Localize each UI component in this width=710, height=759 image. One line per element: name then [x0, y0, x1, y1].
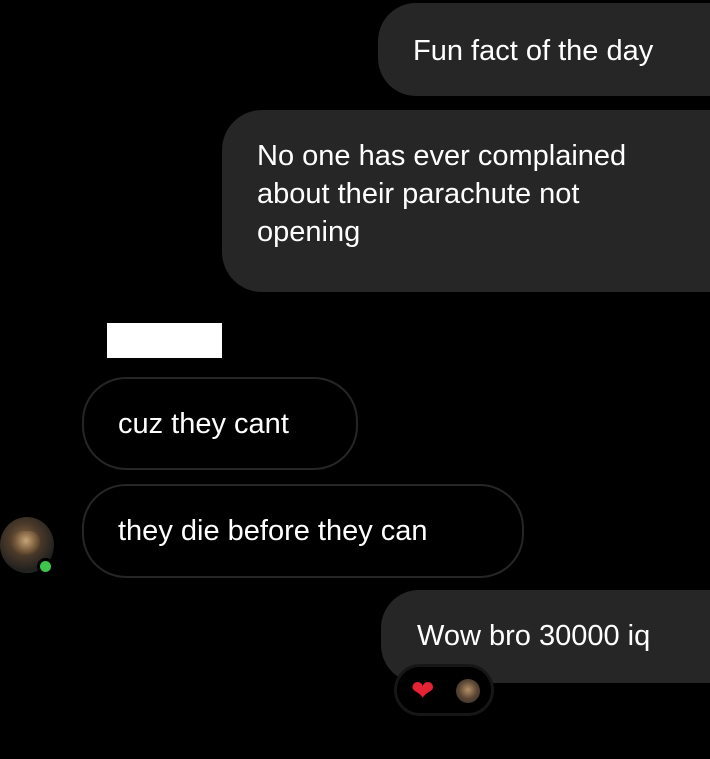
heart-icon: ❤	[411, 675, 435, 706]
message-text-line: about their parachute not	[257, 178, 580, 210]
sent-message-bubble[interactable]: No one has ever complained about their p…	[222, 110, 710, 292]
reactor-avatar	[456, 679, 480, 703]
message-text: they die before they can	[118, 515, 428, 547]
redacted-sender-name	[107, 323, 222, 358]
received-message-bubble[interactable]: they die before they can	[82, 484, 524, 578]
message-text-line: opening	[257, 216, 361, 248]
message-text: cuz they cant	[118, 408, 289, 440]
sent-message-bubble[interactable]: Fun fact of the day	[378, 3, 710, 96]
received-message-bubble[interactable]: cuz they cant	[82, 377, 358, 470]
sender-avatar[interactable]	[0, 517, 54, 575]
message-text: Fun fact of the day	[413, 35, 654, 67]
online-status-indicator	[37, 558, 54, 575]
message-text-line: No one has ever complained	[257, 140, 627, 172]
message-reaction-pill[interactable]: ❤	[394, 664, 494, 716]
message-text: Wow bro 30000 iq	[417, 620, 651, 652]
